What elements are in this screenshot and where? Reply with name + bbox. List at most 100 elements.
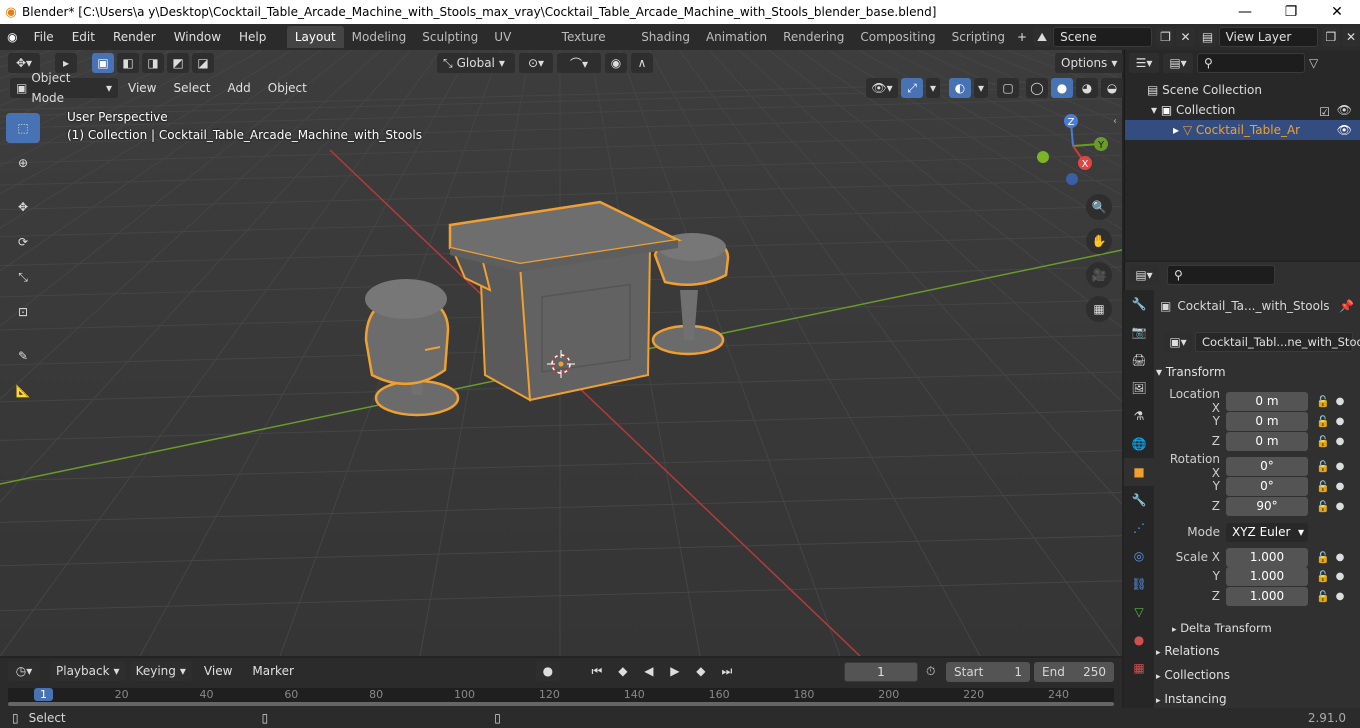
checkbox-icon[interactable]: ☑ — [1319, 102, 1330, 122]
jump-end-icon[interactable]: ⏭ — [716, 661, 738, 681]
visibility-icon[interactable]: 👁▾ — [866, 78, 898, 98]
blender-menu-icon[interactable]: ◉ — [0, 30, 25, 44]
tab-animation[interactable]: Animation — [698, 26, 775, 48]
new-scene-icon[interactable]: ❐ — [1156, 27, 1175, 47]
select-intersect-icon[interactable]: ◪ — [192, 53, 214, 73]
outliner-object-row[interactable]: ▸ ▽ Cocktail_Table_Arcade_Machine_with_S… — [1125, 120, 1360, 140]
menu-render[interactable]: Render — [104, 30, 165, 44]
tab-uv-editing[interactable]: UV Editing — [486, 26, 553, 66]
prev-keyframe-icon[interactable]: ◆ — [612, 661, 634, 681]
outliner-scene-collection[interactable]: ▤ Scene Collection — [1125, 80, 1360, 100]
keyframe-dot-icon[interactable]: ● — [1332, 436, 1348, 447]
arcade-cabinet[interactable] — [448, 200, 683, 402]
scene-icon[interactable]: ⛰ — [1033, 27, 1052, 47]
scene-field[interactable]: Scene — [1053, 27, 1153, 47]
output-tab-icon[interactable]: 🖨 — [1124, 346, 1154, 374]
rotation-y-field[interactable]: 0° — [1226, 476, 1308, 496]
keyframe-dot-icon[interactable]: ● — [1332, 552, 1348, 563]
view-layer-icon[interactable]: ▤ — [1198, 27, 1217, 47]
relations-section[interactable]: ▸ Relations — [1156, 640, 1356, 662]
particles-tab-icon[interactable]: ⋰ — [1124, 514, 1154, 542]
expand-arrow-icon[interactable]: ▸ — [1173, 123, 1179, 137]
chevron-down-icon[interactable]: ▾ — [974, 78, 988, 98]
proportional-edit-icon[interactable]: ◉ — [605, 53, 627, 73]
expand-arrow-icon[interactable]: ▾ — [1151, 103, 1157, 117]
lock-icon[interactable]: 🔓 — [1314, 551, 1332, 564]
properties-search-input[interactable]: ⚲ — [1167, 265, 1275, 285]
location-y-field[interactable]: 0 m — [1226, 411, 1308, 431]
collections-section[interactable]: ▸ Collections — [1156, 664, 1356, 686]
select-difference-icon[interactable]: ◩ — [167, 53, 189, 73]
material-tab-icon[interactable]: ● — [1124, 626, 1154, 654]
keying-dropdown[interactable]: Keying ▾ — [129, 661, 192, 681]
view-layer-field[interactable]: View Layer — [1218, 27, 1318, 47]
scene-tab-icon[interactable]: ⚗ — [1124, 402, 1154, 430]
keyframe-dot-icon[interactable]: ● — [1332, 461, 1348, 472]
lock-icon[interactable]: 🔓 — [1314, 395, 1332, 408]
transform-section-header[interactable]: ▾ Transform — [1156, 361, 1356, 383]
scale-tool-icon[interactable]: ⤡ — [6, 262, 40, 292]
object-name-field[interactable]: Cocktail_Tabl...ne_with_Stools — [1195, 332, 1360, 352]
next-keyframe-icon[interactable]: ◆ — [690, 661, 712, 681]
rendered-shading-icon[interactable]: ◒ — [1101, 78, 1123, 98]
start-frame-field[interactable]: Start 1 — [946, 662, 1030, 682]
jump-start-icon[interactable]: ⏮ — [586, 661, 608, 681]
gizmo-toggle-icon[interactable]: ⤢ — [901, 78, 923, 98]
location-x-field[interactable]: 0 m — [1226, 391, 1308, 411]
measure-tool-icon[interactable]: 📐 — [6, 376, 40, 406]
select-box-tool-icon[interactable]: ⬚ — [6, 113, 40, 143]
timeline-view-menu[interactable]: View — [196, 664, 240, 678]
scale-y-field[interactable]: 1.000 — [1226, 566, 1308, 586]
mode-dropdown[interactable]: ▣ Object Mode ▾ — [10, 71, 118, 105]
timeline-marker-menu[interactable]: Marker — [244, 664, 301, 678]
solid-shading-icon[interactable]: ● — [1051, 78, 1073, 98]
xray-toggle-icon[interactable]: ▢ — [997, 78, 1019, 98]
keyframe-dot-icon[interactable]: ● — [1332, 501, 1348, 512]
keyframe-dot-icon[interactable]: ● — [1332, 416, 1348, 427]
texture-tab-icon[interactable]: ▦ — [1124, 654, 1154, 682]
pan-hand-icon[interactable]: ✋ — [1086, 228, 1112, 254]
rotation-mode-dropdown[interactable]: XYZ Euler ▾ — [1226, 522, 1308, 542]
outliner-collection[interactable]: ▾ ▣ Collection ☑ 👁 — [1125, 100, 1360, 120]
keyframe-dot-icon[interactable]: ● — [1332, 591, 1348, 602]
constraints-tab-icon[interactable]: ⛓ — [1124, 570, 1154, 598]
timeline-scrollbar[interactable] — [8, 702, 1114, 706]
sidebar-expand-icon[interactable]: ‹ — [1113, 116, 1117, 127]
tab-sculpting[interactable]: Sculpting — [414, 26, 486, 48]
menu-edit[interactable]: Edit — [63, 30, 104, 44]
options-dropdown[interactable]: Options ▾ — [1055, 53, 1124, 73]
lock-icon[interactable]: 🔓 — [1314, 570, 1332, 583]
menu-add[interactable]: Add — [221, 81, 258, 95]
transform-orientation-dropdown[interactable]: ⤡ Global ▾ — [437, 53, 515, 73]
tool-tab-icon[interactable]: 🔧 — [1124, 290, 1154, 318]
tab-rendering[interactable]: Rendering — [775, 26, 852, 48]
rotation-x-field[interactable]: 0° — [1226, 456, 1308, 476]
timeline-editor-icon[interactable]: ◷▾ — [8, 661, 40, 681]
properties-editor-icon[interactable]: ▤▾ — [1129, 265, 1159, 285]
camera-view-icon[interactable]: 🎥 — [1086, 262, 1112, 288]
falloff-icon[interactable]: ∧ — [631, 53, 653, 73]
menu-select[interactable]: Select — [166, 81, 217, 95]
view-layer-tab-icon[interactable]: 🖼 — [1124, 374, 1154, 402]
stopwatch-icon[interactable]: ⏱ — [926, 664, 935, 679]
menu-window[interactable]: Window — [165, 30, 230, 44]
lock-icon[interactable]: 🔓 — [1314, 500, 1332, 513]
delete-scene-icon[interactable]: ✕ — [1176, 27, 1195, 47]
end-frame-field[interactable]: End 250 — [1034, 662, 1114, 682]
play-reverse-icon[interactable]: ◀ — [638, 661, 660, 681]
record-icon[interactable]: ● — [535, 661, 560, 681]
maximize-button[interactable]: ❐ — [1268, 4, 1314, 20]
rotation-z-field[interactable]: 90° — [1226, 496, 1308, 516]
tab-scripting[interactable]: Scripting — [944, 26, 1013, 48]
delete-view-layer-icon[interactable]: ✕ — [1341, 27, 1360, 47]
physics-tab-icon[interactable]: ◎ — [1124, 542, 1154, 570]
instancing-section[interactable]: ▸ Instancing — [1156, 688, 1356, 710]
tab-shading[interactable]: Shading — [633, 26, 698, 48]
add-workspace-icon[interactable]: + — [1013, 30, 1031, 44]
overlay-toggle-icon[interactable]: ◐ — [949, 78, 971, 98]
wireframe-shading-icon[interactable]: ◯ — [1026, 78, 1048, 98]
transform-tool-icon[interactable]: ⊡ — [6, 297, 40, 327]
menu-view[interactable]: View — [121, 81, 163, 95]
keyframe-dot-icon[interactable]: ● — [1332, 571, 1348, 582]
eye-icon[interactable]: 👁 — [1337, 120, 1352, 140]
